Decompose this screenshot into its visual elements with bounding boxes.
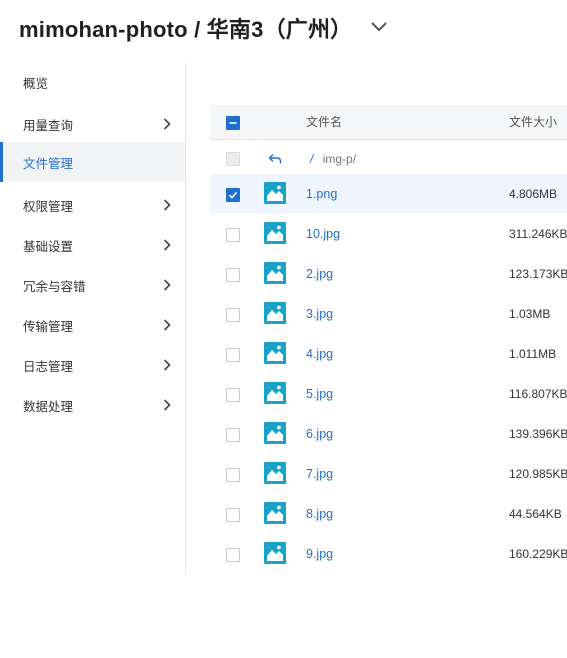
sidebar-item-label: 冗余与容错 bbox=[23, 279, 86, 294]
file-size: 139.396KB bbox=[509, 427, 567, 441]
file-name-link[interactable]: 8.jpg bbox=[306, 494, 333, 534]
check-icon bbox=[228, 191, 238, 199]
page-title: mimohan-photo / 华南3（广州） bbox=[19, 17, 353, 42]
row-checkbox[interactable] bbox=[226, 468, 240, 482]
table-row[interactable]: 2.jpg 123.173KB bbox=[210, 254, 567, 294]
sidebar-item-label: 文件管理 bbox=[23, 156, 74, 171]
table-row[interactable]: 3.jpg 1.03MB bbox=[210, 294, 567, 334]
image-thumbnail-icon bbox=[264, 382, 286, 404]
sidebar-item-label: 概览 bbox=[23, 76, 49, 91]
file-size: 120.985KB bbox=[509, 467, 567, 481]
row-checkbox[interactable] bbox=[226, 348, 240, 362]
file-name-link[interactable]: 9.jpg bbox=[306, 534, 333, 574]
table-row[interactable]: 1.png 4.806MB bbox=[210, 174, 567, 214]
back-arrow-icon[interactable] bbox=[268, 152, 282, 170]
file-size: 160.229KB bbox=[509, 547, 567, 561]
chevron-right-icon bbox=[163, 359, 171, 374]
sidebar-item-label: 权限管理 bbox=[23, 199, 74, 214]
column-header-name[interactable]: 文件名 bbox=[306, 105, 342, 139]
sidebar-item-permissions[interactable]: 权限管理 bbox=[0, 185, 185, 225]
column-header-size[interactable]: 文件大小 bbox=[509, 105, 557, 139]
sidebar-item-usage[interactable]: 用量查询 bbox=[0, 104, 185, 144]
image-thumbnail-icon bbox=[264, 222, 286, 244]
sidebar-item-data-processing[interactable]: 数据处理 bbox=[0, 385, 185, 425]
sidebar-item-file-management[interactable]: 文件管理 bbox=[0, 142, 185, 182]
breadcrumb-root[interactable]: / bbox=[310, 152, 313, 166]
row-checkbox[interactable] bbox=[226, 548, 240, 562]
sidebar-item-transfer[interactable]: 传输管理 bbox=[0, 305, 185, 345]
minus-icon bbox=[229, 122, 237, 124]
breadcrumb-path: img-p/ bbox=[322, 152, 357, 166]
chevron-right-icon bbox=[163, 239, 171, 254]
image-thumbnail-icon bbox=[264, 462, 286, 484]
chevron-right-icon bbox=[163, 399, 171, 414]
row-checkbox[interactable] bbox=[226, 228, 240, 242]
path-row: / img-p/ bbox=[210, 140, 567, 178]
sidebar-item-basic-settings[interactable]: 基础设置 bbox=[0, 225, 185, 265]
file-name-link[interactable]: 1.png bbox=[306, 174, 337, 214]
sidebar-item-label: 基础设置 bbox=[23, 239, 74, 254]
table-row[interactable]: 5.jpg 116.807KB bbox=[210, 374, 567, 414]
file-size: 44.564KB bbox=[509, 507, 562, 521]
row-checkbox[interactable] bbox=[226, 508, 240, 522]
image-thumbnail-icon bbox=[264, 262, 286, 284]
file-size: 123.173KB bbox=[509, 267, 567, 281]
sidebar-item-overview[interactable]: 概览 bbox=[0, 62, 185, 102]
table-row[interactable]: 10.jpg 311.246KB bbox=[210, 214, 567, 254]
row-checkbox[interactable] bbox=[226, 388, 240, 402]
file-size: 1.011MB bbox=[509, 347, 557, 361]
sidebar-item-label: 数据处理 bbox=[23, 399, 74, 414]
row-checkbox[interactable] bbox=[226, 308, 240, 322]
sidebar: 概览 用量查询 文件管理 权限管理 基础设置 冗余与容错 传输管理 日志管理 数… bbox=[0, 62, 186, 574]
file-name-link[interactable]: 3.jpg bbox=[306, 294, 333, 334]
image-thumbnail-icon bbox=[264, 182, 286, 204]
image-thumbnail-icon bbox=[264, 502, 286, 524]
file-name-link[interactable]: 4.jpg bbox=[306, 334, 333, 374]
sidebar-item-label: 用量查询 bbox=[23, 118, 74, 133]
table-row[interactable]: 4.jpg 1.011MB bbox=[210, 334, 567, 374]
file-size: 4.806MB bbox=[509, 187, 558, 201]
path-row-checkbox bbox=[226, 152, 240, 166]
chevron-down-icon[interactable] bbox=[370, 20, 388, 38]
file-name-link[interactable]: 5.jpg bbox=[306, 374, 333, 414]
image-thumbnail-icon bbox=[264, 422, 286, 444]
sidebar-item-redundancy[interactable]: 冗余与容错 bbox=[0, 265, 185, 305]
chevron-right-icon bbox=[163, 199, 171, 214]
row-checkbox[interactable] bbox=[226, 428, 240, 442]
breadcrumb[interactable]: / img-p/ bbox=[310, 140, 356, 178]
file-name-link[interactable]: 10.jpg bbox=[306, 214, 340, 254]
image-thumbnail-icon bbox=[264, 302, 286, 324]
file-size: 1.03MB bbox=[509, 307, 551, 321]
table-row[interactable]: 6.jpg 139.396KB bbox=[210, 414, 567, 454]
row-checkbox[interactable] bbox=[226, 268, 240, 282]
sidebar-item-label: 传输管理 bbox=[23, 319, 74, 334]
file-name-link[interactable]: 7.jpg bbox=[306, 454, 333, 494]
sidebar-item-label: 日志管理 bbox=[23, 359, 74, 374]
select-all-checkbox[interactable] bbox=[226, 116, 240, 130]
table-row[interactable]: 7.jpg 120.985KB bbox=[210, 454, 567, 494]
table-header: 文件名 文件大小 bbox=[210, 105, 567, 140]
file-size: 311.246KB bbox=[509, 227, 567, 241]
row-checkbox[interactable] bbox=[226, 188, 240, 202]
file-name-link[interactable]: 6.jpg bbox=[306, 414, 333, 454]
file-name-link[interactable]: 2.jpg bbox=[306, 254, 333, 294]
image-thumbnail-icon bbox=[264, 542, 286, 564]
chevron-right-icon bbox=[163, 279, 171, 294]
bucket-header: mimohan-photo / 华南3（广州） bbox=[19, 10, 388, 46]
table-row[interactable]: 8.jpg 44.564KB bbox=[210, 494, 567, 534]
table-row[interactable]: 9.jpg 160.229KB bbox=[210, 534, 567, 574]
file-size: 116.807KB bbox=[509, 387, 567, 401]
sidebar-item-logs[interactable]: 日志管理 bbox=[0, 345, 185, 385]
chevron-right-icon bbox=[163, 319, 171, 334]
image-thumbnail-icon bbox=[264, 342, 286, 364]
chevron-right-icon bbox=[163, 118, 171, 133]
